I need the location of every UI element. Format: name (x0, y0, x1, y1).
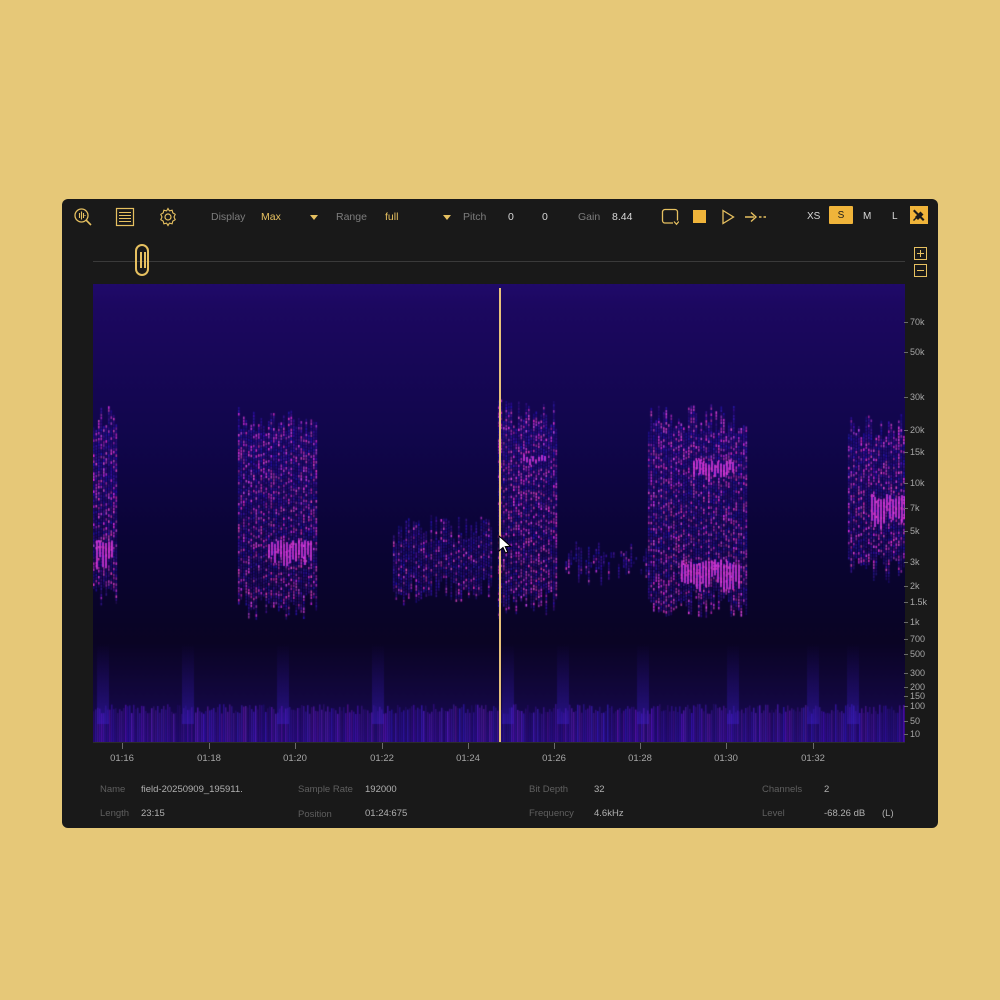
play-icon[interactable] (719, 207, 737, 227)
pitch-label: Pitch (463, 211, 487, 223)
freq-tick: 50 (903, 716, 921, 726)
level-channel: (L) (882, 808, 894, 819)
position-label: Position (298, 809, 332, 820)
time-tick: 01:32 (801, 753, 825, 764)
pin-icon[interactable] (910, 206, 928, 224)
mouse-pointer-icon (498, 534, 512, 560)
freq-tick: 7k (904, 503, 920, 513)
time-tick: 01:22 (370, 753, 394, 764)
pitch-value-1[interactable]: 0 (508, 211, 514, 223)
size-m-button[interactable]: M (863, 211, 871, 222)
playhead-cursor[interactable] (499, 288, 501, 742)
time-tick-mark (468, 743, 469, 749)
display-select[interactable]: Max (261, 211, 281, 223)
freq-tick: 50k (904, 347, 925, 357)
time-tick-mark (295, 743, 296, 749)
size-l-button[interactable]: L (892, 211, 898, 222)
channels-value: 2 (824, 784, 830, 795)
time-tick: 01:16 (110, 753, 134, 764)
gain-value[interactable]: 8.44 (612, 211, 632, 223)
gain-label: Gain (578, 211, 601, 223)
position-value: 01:24:675 (365, 808, 408, 819)
freq-tick: 10k (904, 478, 925, 488)
name-label: Name (100, 784, 126, 795)
freq-tick: 2k (904, 581, 920, 591)
overview-track[interactable] (93, 261, 905, 262)
time-tick-mark (122, 743, 123, 749)
time-tick-mark (554, 743, 555, 749)
range-dropdown-caret-icon[interactable] (443, 215, 451, 220)
freq-tick: 1k (904, 617, 920, 627)
time-tick-mark (640, 743, 641, 749)
freq-tick: 70k (904, 317, 925, 327)
freq-tick: 700 (903, 634, 926, 644)
time-tick: 01:18 (197, 753, 221, 764)
channels-label: Channels (762, 784, 803, 795)
skip-forward-icon[interactable] (744, 209, 768, 225)
zoom-out-button[interactable] (914, 264, 927, 277)
time-tick-mark (726, 743, 727, 749)
size-s-button[interactable]: S (829, 206, 853, 224)
sample-rate-label: Sample Rate (298, 784, 353, 795)
time-tick: 01:26 (542, 753, 566, 764)
display-label: Display (211, 211, 246, 223)
time-tick-mark (209, 743, 210, 749)
freq-tick: 5k (904, 526, 920, 536)
stop-icon[interactable] (693, 210, 706, 223)
level-value: -68.26 dB (824, 808, 866, 819)
pitch-value-2[interactable]: 0 (542, 211, 548, 223)
freq-tick: 15k (904, 447, 925, 457)
freq-tick: 300 (903, 668, 926, 678)
length-label: Length (100, 808, 130, 819)
sample-rate-value: 192000 (365, 784, 397, 795)
range-select[interactable]: full (385, 211, 398, 223)
frequency-value: 4.6kHz (594, 808, 624, 819)
length-value: 23:15 (141, 808, 165, 819)
time-axis-baseline (93, 742, 905, 743)
gear-icon[interactable] (157, 206, 179, 228)
freq-tick: 150 (903, 691, 926, 701)
display-dropdown-caret-icon[interactable] (310, 215, 318, 220)
freq-tick: 100 (903, 701, 926, 711)
freq-tick: 10 (903, 729, 921, 739)
time-tick: 01:20 (283, 753, 307, 764)
loop-icon[interactable] (660, 207, 680, 227)
waveform-search-icon[interactable] (72, 206, 94, 228)
freq-tick: 20k (904, 425, 925, 435)
time-tick-mark (813, 743, 814, 749)
range-label: Range (336, 211, 367, 223)
name-value: field-20250909_195911. (141, 784, 243, 795)
zoom-in-button[interactable] (914, 247, 927, 260)
bit-depth-label: Bit Depth (529, 784, 569, 795)
spectrogram-app-window: Display Max Range full Pitch 0 0 Gain 8.… (62, 199, 938, 828)
level-label: Level (762, 808, 785, 819)
freq-tick: 3k (904, 557, 920, 567)
time-tick: 01:28 (628, 753, 652, 764)
overview-handle[interactable] (135, 244, 149, 276)
time-tick: 01:30 (714, 753, 738, 764)
freq-tick: 500 (903, 649, 926, 659)
toolbar: Display Max Range full Pitch 0 0 Gain 8.… (62, 199, 938, 235)
time-tick: 01:24 (456, 753, 480, 764)
time-tick-mark (382, 743, 383, 749)
frequency-label: Frequency (529, 808, 574, 819)
freq-tick: 1.5k (903, 597, 928, 607)
freq-tick: 30k (904, 392, 925, 402)
list-icon[interactable] (114, 206, 136, 228)
size-xs-button[interactable]: XS (807, 211, 820, 222)
bit-depth-value: 32 (594, 784, 605, 795)
